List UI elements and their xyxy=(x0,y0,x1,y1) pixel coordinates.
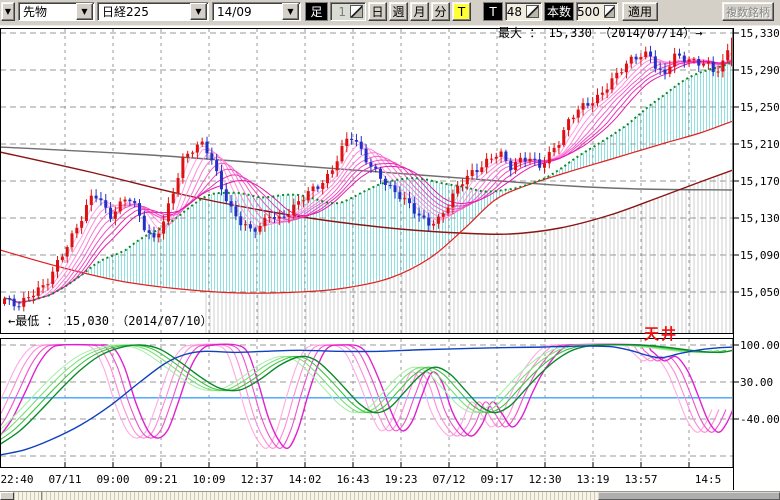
oscillator-axis-label: 30.00 xyxy=(740,377,773,388)
scrollbar-left-button[interactable] xyxy=(0,492,14,500)
time-axis-label: 09:17 xyxy=(480,474,513,485)
ashi-toggle-button[interactable]: 足 xyxy=(305,2,328,21)
price-axis-label: 15,210 xyxy=(740,139,780,150)
time-axis-label: 07/12 xyxy=(432,474,465,485)
toolbar: ▼ 先物 ▼ 日経225 ▼ 14/09 ▼ 足 1 日 週 月 分 T T 4… xyxy=(0,0,780,26)
time-axis-label: 10:09 xyxy=(192,474,225,485)
time-axis-label: 22:40 xyxy=(0,474,33,485)
symbol-type-value: 先物 xyxy=(23,3,76,20)
contract-month-select[interactable]: 14/09 ▼ xyxy=(212,2,301,21)
chevron-down-icon[interactable]: ▼ xyxy=(282,3,299,20)
symbol-value: 日経225 xyxy=(102,3,190,20)
period-month-button[interactable]: 月 xyxy=(410,2,429,21)
scrollbar-track[interactable] xyxy=(14,492,598,500)
multi-symbol-button[interactable]: 複数銘柄 xyxy=(722,2,774,21)
period-minute-button[interactable]: 分 xyxy=(431,2,450,21)
price-axis-label: 15,130 xyxy=(740,213,780,224)
oscillator-axis-label: -40.00 xyxy=(740,414,780,425)
spinner-icon[interactable] xyxy=(350,5,363,18)
price-axis-label: 15,330 xyxy=(740,28,780,39)
contract-month-value: 14/09 xyxy=(217,5,282,19)
chevron-down-icon[interactable]: ▼ xyxy=(190,3,207,20)
scrollbar-thumb[interactable] xyxy=(598,492,780,500)
symbol-select[interactable]: 日経225 ▼ xyxy=(97,2,209,21)
mini-dropdown-button[interactable]: ▼ xyxy=(1,2,15,21)
time-axis-label: 13:57 xyxy=(624,474,657,485)
price-axis-label: 15,290 xyxy=(740,65,780,76)
time-axis-label: 09:21 xyxy=(144,474,177,485)
bars-label: 本数 xyxy=(544,2,574,21)
spinner-icon[interactable] xyxy=(526,5,539,18)
tick-count-value: 48 xyxy=(506,5,524,19)
horizontal-scrollbar[interactable] xyxy=(0,491,780,500)
bars-count-value: 500 xyxy=(577,5,602,19)
period-day-button[interactable]: 日 xyxy=(368,2,387,21)
period-week-button[interactable]: 週 xyxy=(389,2,408,21)
tick-count-stepper[interactable]: 48 xyxy=(505,2,542,21)
time-axis-label: 14:02 xyxy=(288,474,321,485)
time-axis-label: 19:23 xyxy=(384,474,417,485)
time-axis-label: 16:43 xyxy=(336,474,369,485)
chart-area: 15,330 15,290 15,250 15,210 15,170 15,130 15,0… xyxy=(0,0,780,491)
interval-value: 1 xyxy=(331,5,348,19)
bars-count-stepper[interactable]: 500 xyxy=(576,2,618,21)
oscillator-axis-label: 100.00 xyxy=(740,340,780,351)
time-axis-label: 09:00 xyxy=(96,474,129,485)
chart-canvas[interactable] xyxy=(0,0,780,491)
annotation-min-price: ←最低 ： 15,030 （2014/07/10） xyxy=(8,315,213,328)
chevron-down-icon[interactable]: ▼ xyxy=(76,3,93,20)
spinner-icon[interactable] xyxy=(604,5,615,18)
symbol-type-select[interactable]: 先物 ▼ xyxy=(18,2,95,21)
price-axis-label: 15,090 xyxy=(740,250,780,261)
price-axis-label: 15,050 xyxy=(740,287,780,298)
time-axis-label: 12:37 xyxy=(240,474,273,485)
apply-button[interactable]: 適用 xyxy=(622,2,658,21)
time-axis-label: 07/11 xyxy=(48,474,81,485)
annotation-ceiling: 天井 xyxy=(644,328,678,341)
time-axis-label: 14:5 xyxy=(695,474,722,485)
annotation-max-price: 最大 ： 15,330 （2014/07/14）→ xyxy=(498,27,703,40)
time-axis-label: 13:19 xyxy=(576,474,609,485)
chevron-down-icon: ▼ xyxy=(5,7,11,16)
time-axis-label: 12:30 xyxy=(528,474,561,485)
period-tick-button[interactable]: T xyxy=(452,2,471,21)
price-axis-label: 15,170 xyxy=(740,176,780,187)
scrollbar-divider xyxy=(41,492,42,500)
price-axis-label: 15,250 xyxy=(740,102,780,113)
tick-label: T xyxy=(483,2,503,21)
chart-application-window: ▼ 先物 ▼ 日経225 ▼ 14/09 ▼ 足 1 日 週 月 分 T T 4… xyxy=(0,0,780,500)
interval-stepper[interactable]: 1 xyxy=(330,2,366,21)
